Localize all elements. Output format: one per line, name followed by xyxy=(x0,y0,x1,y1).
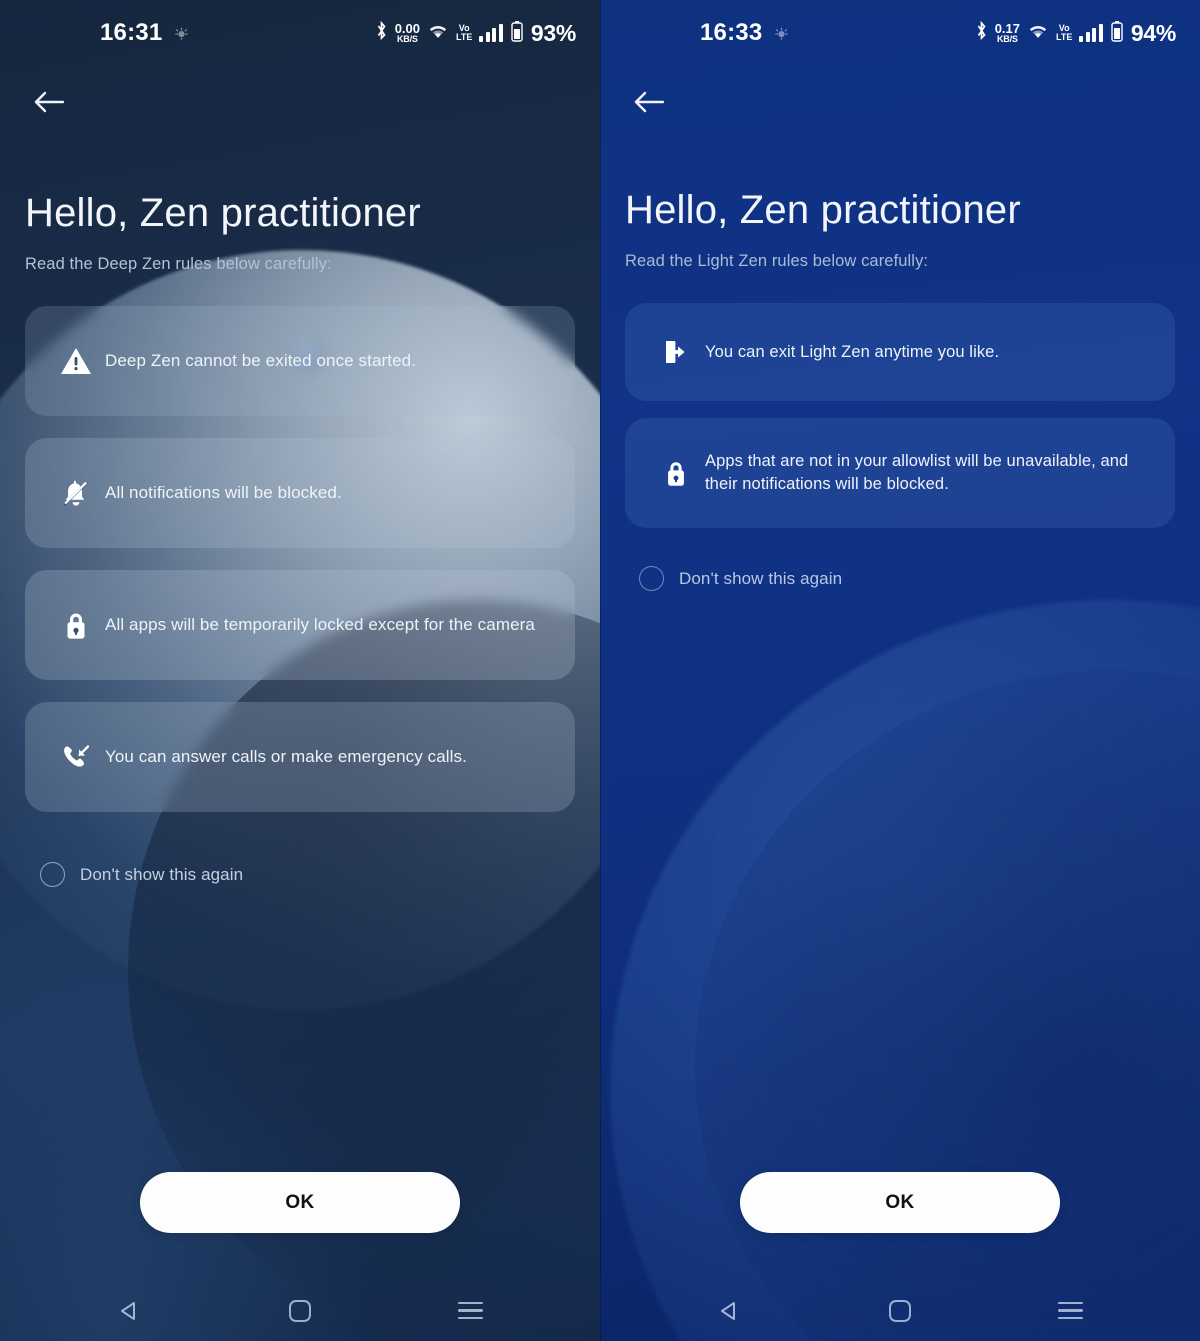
nav-home-square-icon[interactable] xyxy=(865,1285,935,1337)
battery-icon xyxy=(510,20,524,47)
nav-back-triangle-icon[interactable] xyxy=(694,1285,764,1337)
rule-card[interactable]: Apps that are not in your allowlist will… xyxy=(625,418,1175,528)
system-navigation-bar xyxy=(600,1280,1200,1341)
lock-icon xyxy=(47,609,105,641)
rule-text: All apps will be temporarily locked exce… xyxy=(105,615,535,635)
nav-recents-menu-icon[interactable] xyxy=(436,1285,506,1337)
dont-show-again-checkbox[interactable]: Don't show this again xyxy=(639,566,1175,591)
phone-screen-deep-zen: 16:31 0.00 KB/S Vo LTE 93% Hello, Zen pr… xyxy=(0,0,600,1341)
back-arrow-icon[interactable] xyxy=(26,79,72,125)
network-speed-indicator: 0.17 KB/S xyxy=(995,22,1020,44)
exit-door-icon xyxy=(647,337,705,367)
status-bar: 16:33 0.17 KB/S Vo LTE 94% xyxy=(600,0,1200,66)
battery-percent-label: 94% xyxy=(1130,19,1176,46)
rule-text: Apps that are not in your allowlist will… xyxy=(705,452,1129,493)
rule-text: You can answer calls or make emergency c… xyxy=(105,747,467,767)
rule-card[interactable]: You can exit Light Zen anytime you like. xyxy=(625,303,1175,401)
rule-card[interactable]: All notifications will be blocked. xyxy=(25,438,575,548)
nav-recents-menu-icon[interactable] xyxy=(1036,1285,1106,1337)
screenshot-stage: 16:31 0.00 KB/S Vo LTE 93% Hello, Zen pr… xyxy=(0,0,1200,1341)
rule-card[interactable]: You can answer calls or make emergency c… xyxy=(25,702,575,812)
clock-label: 16:31 xyxy=(100,19,163,46)
status-bar: 16:31 0.00 KB/S Vo LTE 93% xyxy=(0,0,600,66)
signal-bars-icon xyxy=(1079,24,1103,42)
bug-icon xyxy=(174,26,189,41)
page-content: Hello, Zen practitioner Read the Light Z… xyxy=(600,188,1200,591)
status-bar-right: 0.17 KB/S Vo LTE 94% xyxy=(975,20,1176,47)
system-navigation-bar xyxy=(0,1280,600,1341)
volte-icon: Vo LTE xyxy=(456,22,473,42)
app-top-bar xyxy=(0,66,600,138)
page-title: Hello, Zen practitioner xyxy=(25,191,421,235)
ok-button-container: OK xyxy=(0,1172,600,1233)
rule-card[interactable]: All apps will be temporarily locked exce… xyxy=(25,570,575,680)
page-subtitle: Read the Deep Zen rules below carefully: xyxy=(25,255,332,273)
nav-home-square-icon[interactable] xyxy=(265,1285,335,1337)
warning-triangle-icon xyxy=(47,346,105,376)
app-top-bar xyxy=(600,66,1200,138)
page-subtitle: Read the Light Zen rules below carefully… xyxy=(625,252,929,270)
nav-back-triangle-icon[interactable] xyxy=(94,1285,164,1337)
status-bar-left: 16:33 xyxy=(700,19,789,47)
bug-icon xyxy=(774,26,789,41)
dont-show-again-label: Don't show this again xyxy=(80,864,244,884)
wifi-icon xyxy=(1027,22,1049,45)
network-speed-indicator: 0.00 KB/S xyxy=(395,22,420,44)
battery-percent-label: 93% xyxy=(530,19,576,46)
dont-show-again-checkbox[interactable]: Don't show this again xyxy=(40,862,575,887)
status-bar-right: 0.00 KB/S Vo LTE 93% xyxy=(375,20,576,47)
incoming-call-icon xyxy=(47,741,105,773)
rules-list: You can exit Light Zen anytime you like.… xyxy=(625,303,1175,528)
wifi-icon xyxy=(427,22,449,45)
page-title: Hello, Zen practitioner xyxy=(625,188,1021,232)
ok-button[interactable]: OK xyxy=(140,1172,460,1233)
clock-label: 16:33 xyxy=(700,19,763,46)
volte-icon: Vo LTE xyxy=(1056,22,1073,42)
network-speed-unit: KB/S xyxy=(397,34,418,44)
rule-text: Deep Zen cannot be exited once started. xyxy=(105,351,417,371)
dont-show-again-label: Don't show this again xyxy=(679,568,843,588)
bell-off-icon xyxy=(47,477,105,509)
back-arrow-icon[interactable] xyxy=(626,79,672,125)
ok-button[interactable]: OK xyxy=(740,1172,1060,1233)
ok-button-container: OK xyxy=(600,1172,1200,1233)
bluetooth-icon xyxy=(375,20,388,46)
phone-screen-light-zen: 16:33 0.17 KB/S Vo LTE 94% Hello, Zen pr… xyxy=(600,0,1200,1341)
status-bar-left: 16:31 xyxy=(100,19,189,47)
rules-list: Deep Zen cannot be exited once started. … xyxy=(25,306,575,812)
network-speed-unit: KB/S xyxy=(997,34,1018,44)
rule-card[interactable]: Deep Zen cannot be exited once started. xyxy=(25,306,575,416)
lock-icon xyxy=(647,457,705,489)
unchecked-circle-icon[interactable] xyxy=(639,566,664,591)
bluetooth-icon xyxy=(975,20,988,46)
signal-bars-icon xyxy=(479,24,503,42)
rule-text: You can exit Light Zen anytime you like. xyxy=(705,342,1000,361)
page-content: Hello, Zen practitioner Read the Deep Ze… xyxy=(0,191,600,887)
unchecked-circle-icon[interactable] xyxy=(40,862,65,887)
battery-icon xyxy=(1110,20,1124,47)
rule-text: All notifications will be blocked. xyxy=(105,483,342,503)
panel-divider xyxy=(600,0,601,1341)
